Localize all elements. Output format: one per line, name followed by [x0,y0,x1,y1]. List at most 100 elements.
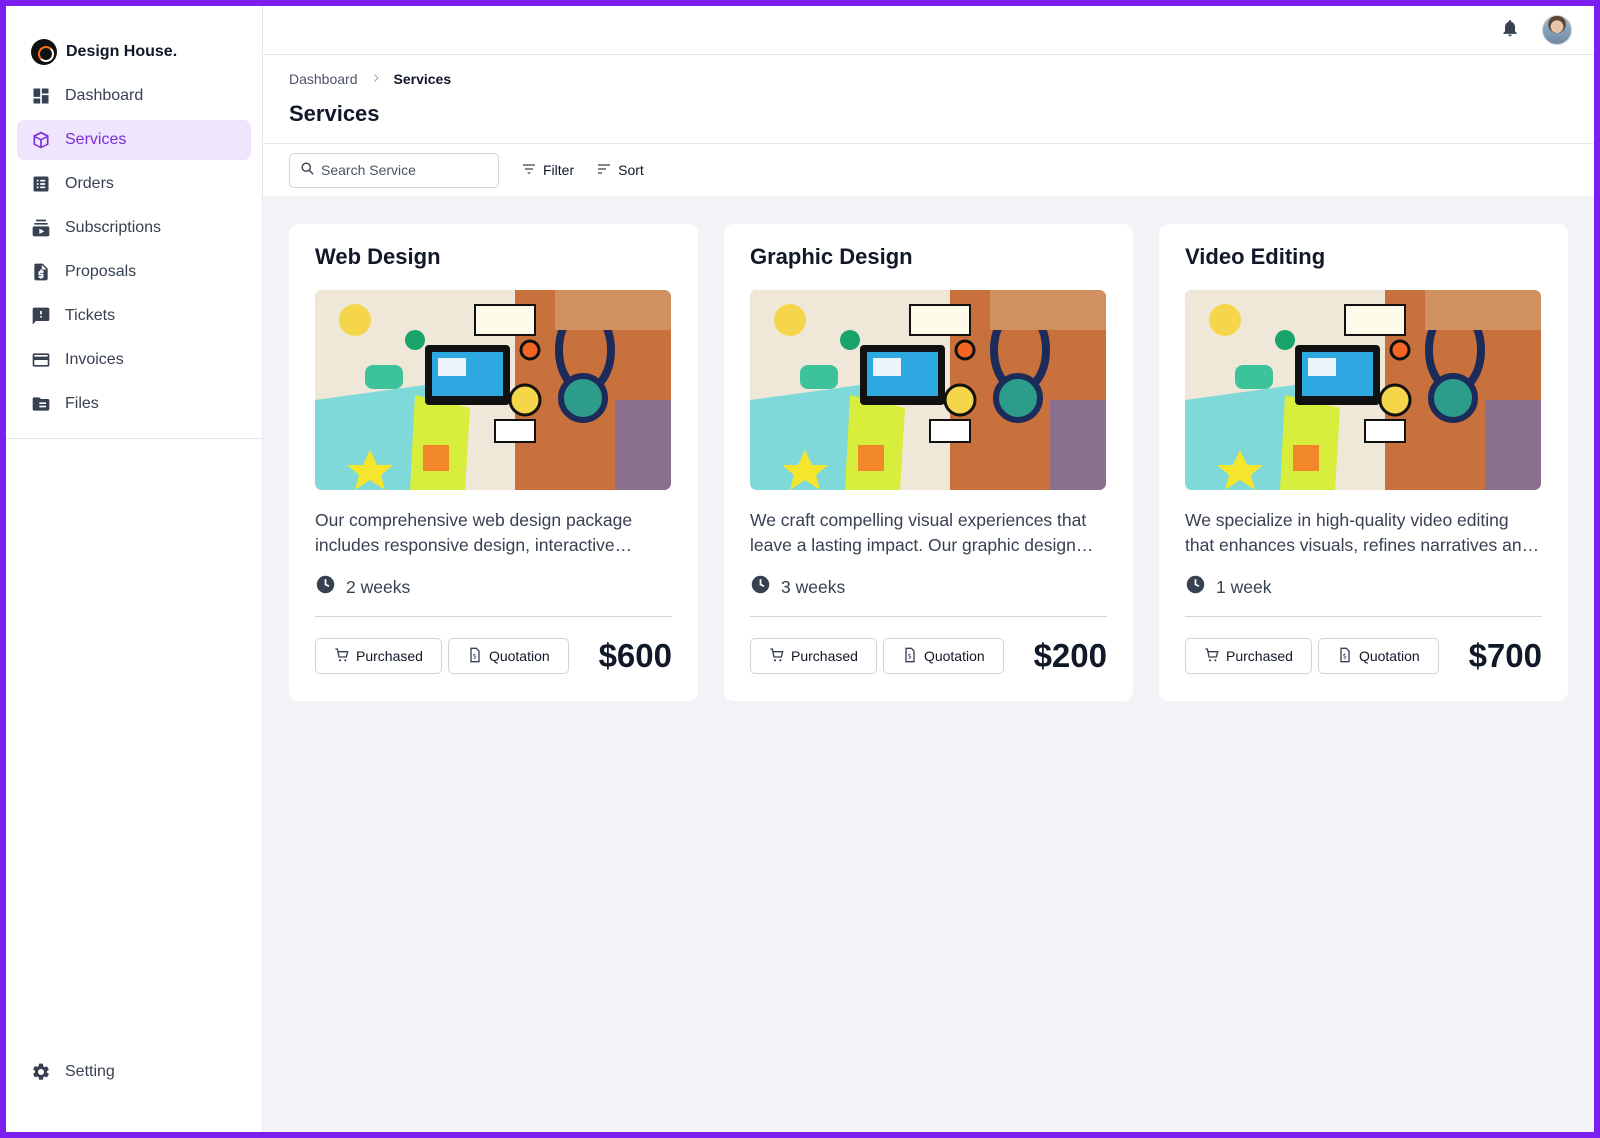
svg-text:$: $ [473,652,477,660]
main-area: Dashboard Services Services Filter [263,6,1594,1132]
purchased-label: Purchased [1226,648,1293,664]
service-image [750,290,1106,490]
breadcrumb-current: Services [393,71,452,87]
sidebar-item-orders[interactable]: Orders [17,164,251,204]
svg-text:$: $ [908,652,912,660]
card-divider [750,616,1107,617]
brand[interactable]: Design House. [6,6,262,76]
sidebar-item-proposals[interactable]: Proposals [17,252,251,292]
subscriptions-icon [32,219,50,237]
clock-icon [315,574,336,600]
service-card[interactable]: Graphic Design We craft compelling visua… [724,224,1133,701]
avatar[interactable] [1542,15,1572,45]
duration-text: 1 week [1216,576,1272,597]
dollar-file-icon: $ [902,647,918,666]
card-divider [315,616,672,617]
quotation-label: Quotation [1358,648,1420,664]
search-box[interactable] [289,152,499,188]
service-image [1185,290,1541,490]
dollar-file-icon [34,263,48,281]
sidebar-item-services[interactable]: Services [17,120,251,160]
sidebar-item-label: Dashboard [65,87,144,104]
search-icon [300,161,315,179]
filter-label: Filter [543,162,575,178]
service-image [315,290,671,490]
service-duration: 1 week [1185,575,1542,599]
page-header: Dashboard Services Services [263,55,1594,144]
sidebar-item-label: Invoices [65,351,124,368]
page-title: Services [289,101,380,126]
toolbar: Filter Sort [263,144,1594,196]
service-duration: 3 weeks [750,575,1107,599]
app-window: Design House. Dashboard Services Orders … [6,6,1594,1132]
cart-icon [769,647,785,666]
filter-icon [521,161,537,180]
dollar-file-icon: $ [1337,647,1353,666]
purchased-label: Purchased [791,648,858,664]
breadcrumb-root[interactable]: Dashboard [289,71,358,87]
purchased-button[interactable]: Purchased [1185,638,1312,674]
card-footer: Purchased $ Quotation $600 [315,637,672,675]
quotation-label: Quotation [488,648,550,664]
sidebar-item-label: Tickets [65,307,116,324]
sidebar: Design House. Dashboard Services Orders … [6,6,263,1132]
duration-text: 3 weeks [781,576,846,597]
sidebar-item-label: Setting [65,1063,115,1080]
svg-text:$: $ [1343,652,1347,660]
quotation-button[interactable]: $ Quotation [1317,638,1439,674]
card-footer: Purchased $ Quotation $700 [1185,637,1542,675]
purchased-label: Purchased [356,648,423,664]
sidebar-item-label: Proposals [65,263,137,280]
service-card[interactable]: Web Design Our comprehensive web design … [289,224,698,701]
service-price: $600 [598,637,672,674]
box-icon [33,131,49,149]
quotation-label: Quotation [923,648,985,664]
sidebar-item-label: Services [65,131,127,148]
sidebar-item-subscriptions[interactable]: Subscriptions [17,208,251,248]
purchased-button[interactable]: Purchased [750,638,877,674]
service-card[interactable]: Video Editing We specialize in high-qual… [1159,224,1568,701]
brand-logo-icon [31,38,57,65]
service-price: $700 [1468,637,1542,674]
service-title: Web Design [315,244,441,269]
gear-icon [33,1063,49,1080]
cart-icon [334,647,350,666]
card-icon [32,353,50,367]
cart-icon [1204,647,1220,666]
list-icon [33,176,49,192]
sort-icon [596,161,612,180]
service-description: Our comprehensive web design package inc… [315,510,633,555]
sidebar-item-invoices[interactable]: Invoices [17,340,251,380]
sort-button[interactable]: Sort [596,161,644,180]
service-description: We craft compelling visual experiences t… [750,510,1087,555]
sidebar-item-dashboard[interactable]: Dashboard [17,76,251,116]
card-footer: Purchased $ Quotation $200 [750,637,1107,675]
sidebar-item-label: Subscriptions [65,219,162,236]
dashboard-icon [33,88,49,104]
bell-icon[interactable] [1500,18,1520,43]
sidebar-item-tickets[interactable]: Tickets [17,296,251,336]
filter-button[interactable]: Filter [521,161,574,180]
sidebar-item-label: Files [65,395,99,412]
sort-label: Sort [618,162,644,178]
service-duration: 2 weeks [315,575,672,599]
duration-text: 2 weeks [346,576,411,597]
feedback-icon [32,307,50,325]
sidebar-item-files[interactable]: Files [17,384,251,424]
sidebar-item-label: Orders [65,175,114,192]
service-description: We specialize in high-quality video edit… [1185,510,1532,555]
service-title: Video Editing [1185,244,1326,269]
service-price: $200 [1033,637,1107,674]
sidebar-nav: Dashboard Services Orders Subscriptions … [6,76,262,439]
quotation-button[interactable]: $ Quotation [447,638,569,674]
search-input[interactable] [321,162,481,178]
brand-name: Design House. [66,42,178,60]
quotation-button[interactable]: $ Quotation [882,638,1004,674]
purchased-button[interactable]: Purchased [315,638,442,674]
topbar [263,6,1594,55]
card-divider [1185,616,1542,617]
clock-icon [1185,574,1206,600]
breadcrumb: Dashboard Services [289,71,1568,87]
sidebar-item-setting[interactable]: Setting [17,1052,244,1092]
service-title: Graphic Design [750,244,913,269]
